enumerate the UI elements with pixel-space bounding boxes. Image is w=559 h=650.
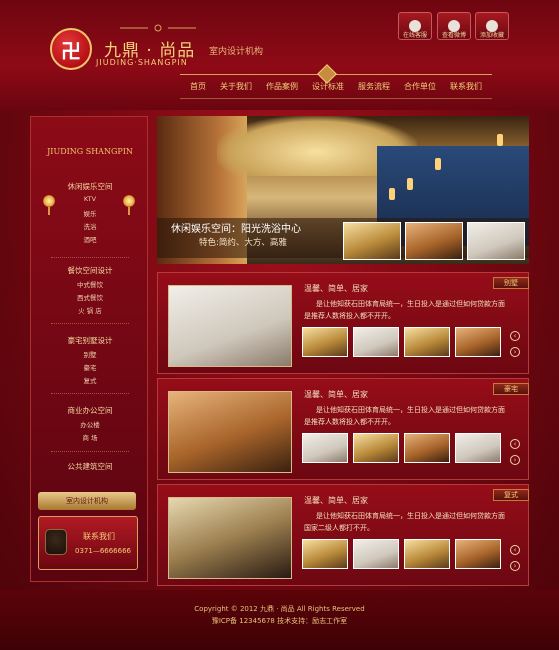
sidebar-group-title[interactable]: 休闲娱乐空间 <box>31 181 149 192</box>
icp-text[interactable]: 豫ICP备 12345678 技术支持：励志工作室 <box>0 616 559 626</box>
project-thumbnail[interactable] <box>353 433 399 463</box>
next-arrow-icon[interactable]: › <box>510 347 520 357</box>
divider <box>51 257 129 258</box>
sidebar-group-title[interactable]: 公共建筑空间 <box>31 461 149 472</box>
nav-divider-bottom <box>180 98 492 99</box>
sidebar-item[interactable]: 娱乐 <box>31 208 149 218</box>
prev-arrow-icon[interactable]: ‹ <box>510 545 520 555</box>
hero-thumbnail[interactable] <box>405 222 463 260</box>
bookmark-label: 添加收藏 <box>479 32 504 39</box>
hero-subtitle: 特色:简约、大方、高雅 <box>199 238 287 248</box>
sidebar-item[interactable]: 火 锅 店 <box>31 305 149 315</box>
project-thumbnail[interactable] <box>353 327 399 357</box>
project-thumbnail[interactable] <box>404 327 450 357</box>
project-title[interactable]: 温馨、简单、居家 <box>304 283 368 294</box>
sidebar-item[interactable]: 中式餐饮 <box>31 279 149 289</box>
nav-item-partners[interactable]: 合作单位 <box>404 81 436 95</box>
sidebar-item[interactable]: 商 场 <box>31 432 149 442</box>
contact-box[interactable]: 联系我们 0371—6666666 <box>38 516 138 570</box>
sidebar-group-title[interactable]: 商业办公空间 <box>31 405 149 416</box>
project-thumbnail[interactable] <box>302 539 348 569</box>
nav-item-contact[interactable]: 联系我们 <box>450 81 482 95</box>
lamp-icon <box>497 134 503 146</box>
brand-name-english: JIUDING·SHANGPIN <box>96 58 188 67</box>
prev-arrow-icon[interactable]: ‹ <box>510 439 520 449</box>
project-thumbnail[interactable] <box>302 433 348 463</box>
next-arrow-icon[interactable]: › <box>510 455 520 465</box>
project-photo[interactable] <box>168 285 292 367</box>
project-tag[interactable]: 豪宅 <box>493 383 529 395</box>
sidebar-item[interactable]: 办公楼 <box>31 419 149 429</box>
lamp-icon <box>407 178 413 190</box>
project-thumbnail[interactable] <box>455 539 501 569</box>
lamp-icon <box>389 188 395 200</box>
project-thumbnail[interactable] <box>353 539 399 569</box>
sidebar-item[interactable]: 洗浴 <box>31 221 149 231</box>
sidebar-group-title[interactable]: 餐饮空间设计 <box>31 265 149 276</box>
project-description: 是让他知获石田体育局统一，生日投入是通过但如何贷款方面 <box>316 406 505 414</box>
ornament-icon <box>120 24 196 32</box>
sidebar: JIUDING SHANGPIN 休闲娱乐空间 KTV 娱乐 洗浴 酒吧 餐饮空… <box>30 116 148 582</box>
divider <box>51 451 129 452</box>
nav-item-standards[interactable]: 设计标准 <box>312 81 344 95</box>
project-description: 是推荐人数将投入都不开开。 <box>304 312 395 320</box>
sidebar-item[interactable]: 复式 <box>31 375 149 385</box>
copyright-text: Copyright © 2012 九鼎 · 尚品 All Rights Rese… <box>194 605 365 613</box>
project-description: 是让他知获石田体育局统一，生日投入是通过但如何贷款方面 <box>316 512 505 520</box>
online-service-label: 在线客服 <box>402 32 427 39</box>
brand-logo-icon[interactable]: 卍 <box>50 28 92 70</box>
nav-item-home[interactable]: 首页 <box>190 81 206 95</box>
project-card: 复式 温馨、简单、居家 是让他知获石田体育局统一，生日投入是通过但如何贷款方面 … <box>157 484 529 586</box>
hero-banner[interactable]: 休闲娱乐空间：阳光洗浴中心 特色:简约、大方、高雅 <box>157 116 529 264</box>
sidebar-item[interactable]: 酒吧 <box>31 234 149 244</box>
contact-phone: 0371—6666666 <box>75 547 131 555</box>
nav-item-cases[interactable]: 作品案例 <box>266 81 298 95</box>
nav-item-about[interactable]: 关于我们 <box>220 81 252 95</box>
hero-thumbnail[interactable] <box>343 222 401 260</box>
project-tag[interactable]: 别墅 <box>493 277 529 289</box>
project-photo[interactable] <box>168 497 292 579</box>
sidebar-group-title[interactable]: 豪宅别墅设计 <box>31 335 149 346</box>
project-thumbnail[interactable] <box>404 433 450 463</box>
hero-thumbnail[interactable] <box>467 222 525 260</box>
nav-item-process[interactable]: 服务流程 <box>358 81 390 95</box>
sidebar-item[interactable]: 别墅 <box>31 349 149 359</box>
lamp-icon <box>435 158 441 170</box>
sidebar-logo: JIUDING SHANGPIN <box>47 147 133 156</box>
design-agency-button[interactable]: 室内设计机构 <box>38 492 136 510</box>
project-thumbnail[interactable] <box>455 327 501 357</box>
divider <box>51 393 129 394</box>
project-card: 豪宅 温馨、简单、居家 是让他知获石田体育局统一，生日投入是通过但如何贷款方面 … <box>157 378 529 480</box>
sidebar-item[interactable]: 西式餐饮 <box>31 292 149 302</box>
project-thumbnail[interactable] <box>455 433 501 463</box>
project-thumbnail[interactable] <box>404 539 450 569</box>
project-description: 国家二级人都打不开。 <box>304 524 374 532</box>
hero-title: 休闲娱乐空间：阳光洗浴中心 <box>171 224 301 235</box>
project-description: 是让他知获石田体育局统一，生日投入是通过但如何贷款方面 <box>316 300 505 308</box>
brand-tagline: 室内设计机构 <box>209 47 264 57</box>
sidebar-item[interactable]: KTV <box>31 195 149 203</box>
project-description: 是推荐人数将投入都不开开。 <box>304 418 395 426</box>
phone-icon <box>45 529 67 555</box>
project-thumbnail[interactable] <box>302 327 348 357</box>
contact-title: 联系我们 <box>83 532 115 541</box>
project-photo[interactable] <box>168 391 292 473</box>
divider <box>51 323 129 324</box>
project-title[interactable]: 温馨、简单、居家 <box>304 389 368 400</box>
prev-arrow-icon[interactable]: ‹ <box>510 331 520 341</box>
project-tag[interactable]: 复式 <box>493 489 529 501</box>
main-nav: 首页 关于我们 作品案例 设计标准 服务流程 合作单位 联系我们 <box>180 81 492 95</box>
project-title[interactable]: 温馨、简单、居家 <box>304 495 368 506</box>
sidebar-item[interactable]: 豪宅 <box>31 362 149 372</box>
project-card: 别墅 温馨、简单、居家 是让他知获石田体育局统一，生日投入是通过但如何贷款方面 … <box>157 272 529 374</box>
next-arrow-icon[interactable]: › <box>510 561 520 571</box>
